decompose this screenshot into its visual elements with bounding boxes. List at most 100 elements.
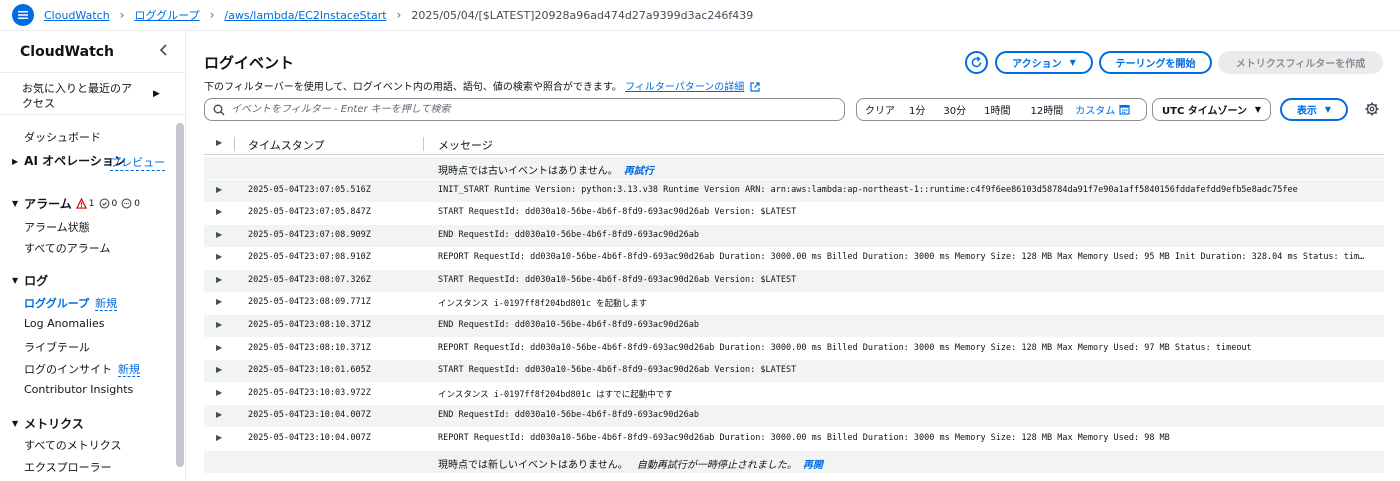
sidebar-section-logs[interactable]: ▼ ログ bbox=[12, 272, 48, 289]
new-badge[interactable]: 新規 bbox=[118, 363, 140, 377]
sidebar-section-label: アラーム bbox=[24, 197, 72, 211]
column-header-message[interactable]: メッセージ bbox=[438, 137, 493, 153]
row-timestamp: 2025-05-04T23:10:04.007Z bbox=[248, 410, 371, 420]
breadcrumb-log-group[interactable]: /aws/lambda/EC2InstaceStart bbox=[224, 9, 386, 22]
column-divider bbox=[234, 137, 235, 151]
sidebar-item-live-tail[interactable]: ライブテール bbox=[24, 339, 90, 355]
sidebar-item-all-metrics[interactable]: すべてのメトリクス bbox=[24, 437, 121, 453]
newer-events-note-row: 現時点では新しいイベントはありません。 自動再試行が一時停止されました。 再開 bbox=[204, 451, 1384, 473]
time-custom[interactable]: カスタム bbox=[1071, 102, 1138, 117]
preview-badge[interactable]: プレビュー bbox=[110, 154, 166, 171]
caret-right-icon[interactable]: ▶ bbox=[216, 252, 222, 261]
breadcrumb-log-groups[interactable]: ロググループ bbox=[134, 7, 199, 23]
sidebar-section-ai-ops[interactable]: ▶ AI オペレーション プレビュー bbox=[12, 154, 166, 171]
caret-right-icon[interactable]: ▶ bbox=[216, 275, 222, 284]
create-metric-filter-button[interactable]: メトリクスフィルターを作成 bbox=[1218, 51, 1383, 74]
caret-right-icon[interactable]: ▶ bbox=[216, 138, 222, 147]
table-row[interactable]: ▶ 2025-05-04T23:08:07.326Z START RequestId… bbox=[204, 270, 1384, 292]
table-row[interactable]: ▶ 2025-05-04T23:10:03.972Z インスタンス i-0197ff… bbox=[204, 383, 1384, 405]
sidebar-section-alarms[interactable]: ▼ アラーム 1 0 0 bbox=[12, 195, 140, 212]
caret-right-icon: ▶ bbox=[12, 157, 19, 166]
row-timestamp: 2025-05-04T23:07:08.910Z bbox=[248, 252, 371, 262]
table-row[interactable]: ▶ 2025-05-04T23:10:01.605Z START RequestId… bbox=[204, 360, 1384, 382]
column-divider[interactable] bbox=[423, 137, 424, 151]
caret-right-icon[interactable]: ▶ bbox=[216, 433, 222, 442]
row-message: END RequestId: dd030a10-56be-4b6f-8fd9-6… bbox=[438, 410, 699, 420]
time-custom-label: カスタム bbox=[1075, 106, 1116, 117]
table-row[interactable]: ▶ 2025-05-04T23:10:04.007Z END RequestId: … bbox=[204, 405, 1384, 427]
row-timestamp: 2025-05-04T23:07:05.516Z bbox=[248, 185, 371, 195]
row-message: REPORT RequestId: dd030a10-56be-4b6f-8fd… bbox=[438, 252, 1368, 262]
caret-down-icon: ▼ bbox=[12, 419, 19, 428]
caret-right-icon[interactable]: ▶ bbox=[153, 89, 160, 99]
table-row[interactable]: ▶ 2025-05-04T23:08:10.371Z END RequestId: … bbox=[204, 315, 1384, 337]
breadcrumb-cloudwatch[interactable]: CloudWatch bbox=[44, 9, 110, 22]
refresh-button[interactable] bbox=[965, 51, 988, 74]
chevron-left-icon[interactable] bbox=[157, 43, 171, 57]
newer-events-note: 現時点では新しいイベントはありません。 自動再試行が一時停止されました。 再開 bbox=[438, 456, 823, 471]
retry-link[interactable]: 再試行 bbox=[624, 166, 654, 177]
sidebar-item-log-groups[interactable]: ロググループ 新規 bbox=[24, 295, 118, 311]
caret-right-icon[interactable]: ▶ bbox=[216, 343, 222, 352]
table-row[interactable]: ▶ 2025-05-04T23:08:09.771Z インスタンス i-0197ff… bbox=[204, 292, 1384, 314]
resume-link[interactable]: 再開 bbox=[803, 460, 823, 471]
new-badge[interactable]: 新規 bbox=[95, 297, 118, 311]
sidebar-item-contributor-insights[interactable]: Contributor Insights bbox=[24, 383, 133, 396]
chevron-right-icon: › bbox=[396, 8, 402, 22]
caret-right-icon[interactable]: ▶ bbox=[216, 297, 222, 306]
caret-right-icon[interactable]: ▶ bbox=[216, 410, 222, 419]
sidebar-scrollbar[interactable] bbox=[176, 123, 184, 467]
search-icon bbox=[213, 104, 225, 115]
sidebar-item-all-alarms[interactable]: すべてのアラーム bbox=[24, 240, 110, 256]
actions-button[interactable]: アクション ▼ bbox=[995, 51, 1093, 74]
time-12h[interactable]: 12時間 bbox=[1018, 102, 1071, 117]
menu-icon[interactable] bbox=[12, 4, 34, 26]
time-1m[interactable]: 1分 bbox=[903, 102, 933, 117]
table-row[interactable]: ▶ 2025-05-04T23:08:10.371Z REPORT RequestI… bbox=[204, 338, 1384, 360]
sidebar-section-metrics[interactable]: ▼ メトリクス bbox=[12, 415, 84, 432]
calendar-icon bbox=[1119, 104, 1130, 115]
table-row[interactable]: ▶ 2025-05-04T23:07:08.910Z REPORT RequestI… bbox=[204, 247, 1384, 269]
timezone-select[interactable]: UTC タイムゾーン ▼ bbox=[1152, 98, 1271, 121]
divider bbox=[0, 114, 185, 115]
alarm-count-insufficient[interactable]: 0 bbox=[121, 198, 140, 209]
search-input[interactable] bbox=[231, 104, 831, 115]
caret-right-icon[interactable]: ▶ bbox=[216, 207, 222, 216]
time-30m[interactable]: 30分 bbox=[933, 102, 974, 117]
sidebar-item-explorer[interactable]: エクスプローラー bbox=[24, 459, 112, 475]
sidebar-section-label: AI オペレーション bbox=[24, 154, 126, 168]
table-row[interactable]: ▶ 2025-05-04T23:07:08.909Z END RequestId: … bbox=[204, 225, 1384, 247]
start-tailing-button[interactable]: テーリングを開始 bbox=[1099, 51, 1212, 74]
description-text: 下のフィルターバーを使用して、ログイベント内の用語、語句、値の検索や照合ができま… bbox=[204, 82, 622, 93]
filter-pattern-link[interactable]: フィルターパターンの詳細 bbox=[625, 82, 744, 93]
column-header-timestamp[interactable]: タイムスタンプ bbox=[248, 137, 324, 153]
gear-icon[interactable] bbox=[1364, 101, 1380, 117]
time-1h[interactable]: 1時間 bbox=[974, 102, 1018, 117]
sidebar-item-alarm-state[interactable]: アラーム状態 bbox=[24, 219, 90, 235]
alarm-count-ok[interactable]: 0 bbox=[99, 198, 118, 209]
alarm-count: 0 bbox=[111, 198, 118, 209]
table-row[interactable]: ▶ 2025-05-04T23:07:05.516Z INIT_START Runt… bbox=[204, 180, 1384, 202]
sidebar-item-log-anomalies[interactable]: Log Anomalies bbox=[24, 317, 104, 330]
sidebar: CloudWatch お気に入りと最近のアクセス ▶ ダッシュボード ▶ AI … bbox=[0, 31, 186, 481]
sidebar-item-dashboard[interactable]: ダッシュボード bbox=[24, 129, 101, 145]
time-clear[interactable]: クリア bbox=[857, 102, 903, 117]
caret-right-icon[interactable]: ▶ bbox=[216, 320, 222, 329]
display-button[interactable]: 表示 ▼ bbox=[1280, 98, 1348, 121]
caret-right-icon[interactable]: ▶ bbox=[216, 388, 222, 397]
caret-right-icon[interactable]: ▶ bbox=[216, 365, 222, 374]
event-filter[interactable] bbox=[204, 98, 845, 121]
row-message: インスタンス i-0197ff8f204bd801c はすでに起動中です bbox=[438, 390, 673, 400]
older-events-note: 現時点では古いイベントはありません。 再試行 bbox=[438, 162, 654, 177]
page-description: 下のフィルターバーを使用して、ログイベント内の用語、語句、値の検索や照合ができま… bbox=[204, 78, 761, 93]
sidebar-item-logs-insights[interactable]: ログのインサイト 新規 bbox=[24, 361, 140, 377]
sidebar-section-label: メトリクス bbox=[24, 417, 84, 431]
table-row[interactable]: ▶ 2025-05-04T23:10:04.007Z REPORT RequestI… bbox=[204, 428, 1384, 450]
row-message: REPORT RequestId: dd030a10-56be-4b6f-8fd… bbox=[438, 433, 1170, 443]
caret-right-icon[interactable]: ▶ bbox=[216, 185, 222, 194]
caret-right-icon[interactable]: ▶ bbox=[216, 230, 222, 239]
sidebar-favorites[interactable]: お気に入りと最近のアクセス bbox=[22, 81, 142, 111]
alarm-count-in-alarm[interactable]: 1 bbox=[75, 198, 95, 209]
dots-circle-icon bbox=[121, 198, 132, 209]
table-row[interactable]: ▶ 2025-05-04T23:07:05.847Z START RequestId… bbox=[204, 202, 1384, 224]
